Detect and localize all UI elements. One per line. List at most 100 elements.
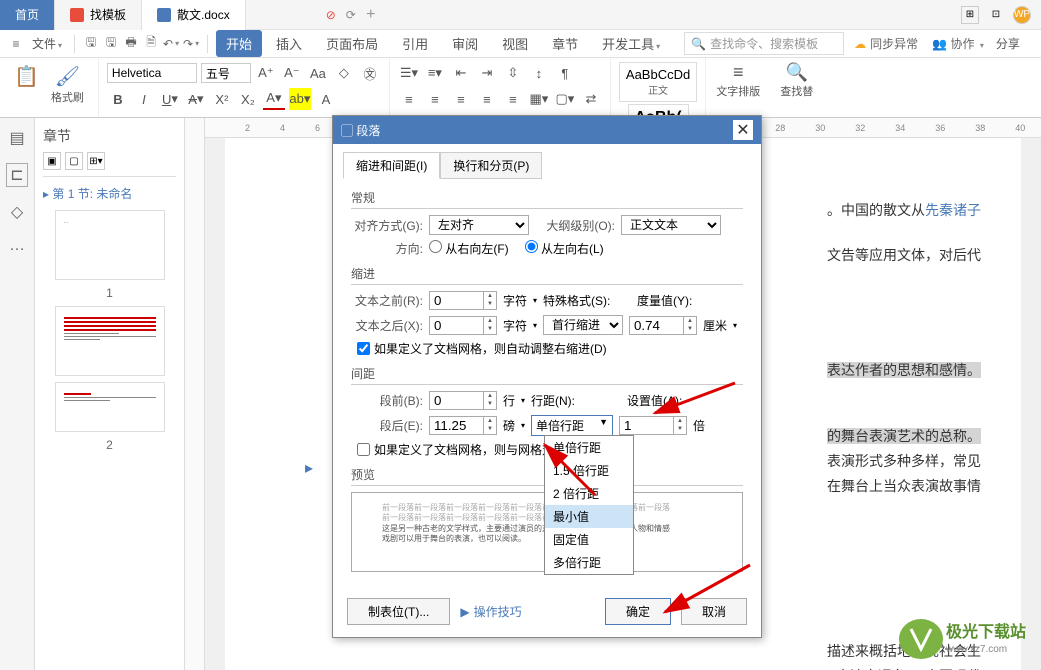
tips-link[interactable]: ▶ 操作技巧 [460, 603, 521, 620]
outline-level-select[interactable]: 正文文本 [621, 215, 721, 235]
highlight-button[interactable]: ab▾ [289, 88, 311, 110]
style-normal[interactable]: AaBbCcDd 正文 [619, 62, 697, 102]
menu-tab-view[interactable]: 视图 [492, 30, 538, 57]
align-left-icon[interactable]: ≡ [398, 88, 420, 110]
align-distribute-icon[interactable]: ≡ [502, 88, 524, 110]
save-as-icon[interactable]: 🖫 [103, 36, 119, 52]
undo-icon[interactable]: ↶ [163, 36, 179, 52]
tab-home[interactable]: 首页 [0, 0, 55, 30]
dropdown-option-fixed[interactable]: 固定值 [545, 528, 633, 551]
chapter-link-1[interactable]: ▸ 第 1 节: 未命名 [43, 185, 176, 202]
italic-button[interactable]: I [133, 88, 155, 110]
rail-bookmark-icon[interactable]: ◇ [11, 202, 23, 222]
dialog-tab-indent[interactable]: 缩进和间距(I) [343, 152, 440, 179]
cancel-button[interactable]: 取消 [681, 598, 747, 625]
subscript-button[interactable]: X₂ [237, 88, 259, 110]
special-format-select[interactable]: 首行缩进 [543, 315, 623, 335]
sort-icon[interactable]: ↕ [528, 62, 550, 84]
menu-tab-devtools[interactable]: 开发工具 [592, 30, 670, 57]
auto-indent-checkbox[interactable]: 如果定义了文档网格，则自动调整右缩进(D) [357, 340, 743, 357]
menu-tab-reference[interactable]: 引用 [392, 30, 438, 57]
rail-outline-icon[interactable]: ▤ [9, 128, 24, 148]
page-thumbnail-1[interactable]: ... [55, 210, 165, 280]
share-button[interactable]: 分享 [992, 35, 1024, 52]
print-icon[interactable]: 🖶 [123, 36, 139, 52]
change-case-icon[interactable]: Aa [307, 62, 329, 84]
rail-nav-icon[interactable]: ⊏ [6, 163, 27, 187]
dropdown-option-single[interactable]: 单倍行距 [545, 436, 633, 459]
paste-button[interactable]: 📋 [8, 62, 45, 107]
redo-icon[interactable]: ↷ [183, 36, 199, 52]
shading-icon[interactable]: ▦▾ [528, 88, 550, 110]
measure-spinner[interactable]: ▲▼ [629, 316, 697, 335]
menu-tab-review[interactable]: 审阅 [442, 30, 488, 57]
menu-tab-chapter[interactable]: 章节 [542, 30, 588, 57]
hamburger-icon[interactable]: ≡ [8, 36, 24, 52]
superscript-button[interactable]: X² [211, 88, 233, 110]
tab-document[interactable]: 散文.docx [142, 0, 246, 30]
outline-collapse-icon[interactable]: ▢ [65, 152, 83, 170]
sync-status[interactable]: ☁ 同步异常 [854, 35, 918, 52]
number-list-icon[interactable]: ≡▾ [424, 62, 446, 84]
page-thumbnail-3[interactable] [55, 382, 165, 432]
after-text-spinner[interactable]: ▲▼ [429, 316, 497, 335]
line-spacing-icon[interactable]: ⇳ [502, 62, 524, 84]
dialog-tab-page[interactable]: 换行和分页(P) [440, 152, 542, 179]
decrease-indent-icon[interactable]: ⇤ [450, 62, 472, 84]
search-input[interactable]: 🔍 查找命令、搜索模板 [684, 32, 844, 55]
user-avatar[interactable]: WP [1013, 6, 1031, 24]
strike-button[interactable]: A▾ [185, 88, 207, 110]
direction-ltr-radio[interactable]: 从左向右(L) [525, 240, 604, 257]
file-menu[interactable]: 文件 [28, 35, 66, 52]
tab-template[interactable]: 找模板 [55, 0, 142, 30]
ribbon-group-find[interactable]: 🔍 查找替 [770, 58, 823, 117]
outline-move-icon[interactable]: ⊞▾ [87, 152, 105, 170]
tabs-button[interactable]: 制表位(T)... [347, 598, 450, 625]
save-icon[interactable]: 🖫 [83, 36, 99, 52]
pinyin-icon[interactable]: ㉆ [359, 62, 381, 84]
rail-more-icon[interactable]: … [9, 237, 25, 255]
font-family-select[interactable] [107, 63, 197, 83]
ribbon-group-typeset[interactable]: ≡ 文字排版 [706, 58, 770, 117]
format-brush-button[interactable]: 🖌 格式刷 [45, 62, 90, 107]
border-icon[interactable]: ▢▾ [554, 88, 576, 110]
align-select[interactable]: 左对齐 [429, 215, 529, 235]
outline-expand-icon[interactable]: ▣ [43, 152, 61, 170]
space-before-spinner[interactable]: ▲▼ [429, 391, 497, 410]
menu-tab-layout[interactable]: 页面布局 [316, 30, 388, 57]
new-tab-button[interactable]: + [356, 6, 386, 24]
decrease-font-icon[interactable]: A⁻ [281, 62, 303, 84]
window-split-icon[interactable]: ⊞ [961, 6, 979, 24]
print-preview-icon[interactable]: 🗎 [143, 36, 159, 52]
page-thumbnail-2[interactable] [55, 306, 165, 376]
dropdown-option-double[interactable]: 2 倍行距 [545, 482, 633, 505]
align-right-icon[interactable]: ≡ [450, 88, 472, 110]
clear-format-icon[interactable]: ◇ [333, 62, 355, 84]
bold-button[interactable]: B [107, 88, 129, 110]
space-after-spinner[interactable]: ▲▼ [429, 416, 497, 435]
show-marks-icon[interactable]: ¶ [554, 62, 576, 84]
coop-button[interactable]: 👥 协作 [928, 35, 988, 52]
font-color-button[interactable]: A▾ [263, 88, 285, 110]
increase-font-icon[interactable]: A⁺ [255, 62, 277, 84]
dropdown-option-min[interactable]: 最小值 [545, 505, 633, 528]
before-text-spinner[interactable]: ▲▼ [429, 291, 497, 310]
line-spacing-select[interactable]: 单倍行距▼ [531, 415, 613, 436]
increase-indent-icon[interactable]: ⇥ [476, 62, 498, 84]
tab-icon[interactable]: ⇄ [580, 88, 602, 110]
char-border-button[interactable]: A [315, 88, 337, 110]
dropdown-option-1-5[interactable]: 1.5 倍行距 [545, 459, 633, 482]
menu-tab-insert[interactable]: 插入 [266, 30, 312, 57]
align-justify-icon[interactable]: ≡ [476, 88, 498, 110]
dropdown-option-multi[interactable]: 多倍行距 [545, 551, 633, 574]
bullet-list-icon[interactable]: ☰▾ [398, 62, 420, 84]
align-center-icon[interactable]: ≡ [424, 88, 446, 110]
font-size-select[interactable] [201, 63, 251, 83]
ok-button[interactable]: 确定 [605, 598, 671, 625]
setting-value-spinner[interactable]: ▲▼ [619, 416, 687, 435]
dialog-close-button[interactable]: ✕ [733, 120, 753, 140]
underline-button[interactable]: U▾ [159, 88, 181, 110]
menu-tab-start[interactable]: 开始 [216, 30, 262, 57]
direction-rtl-radio[interactable]: 从右向左(F) [429, 240, 509, 257]
window-apps-icon[interactable]: ⊡ [987, 6, 1005, 24]
